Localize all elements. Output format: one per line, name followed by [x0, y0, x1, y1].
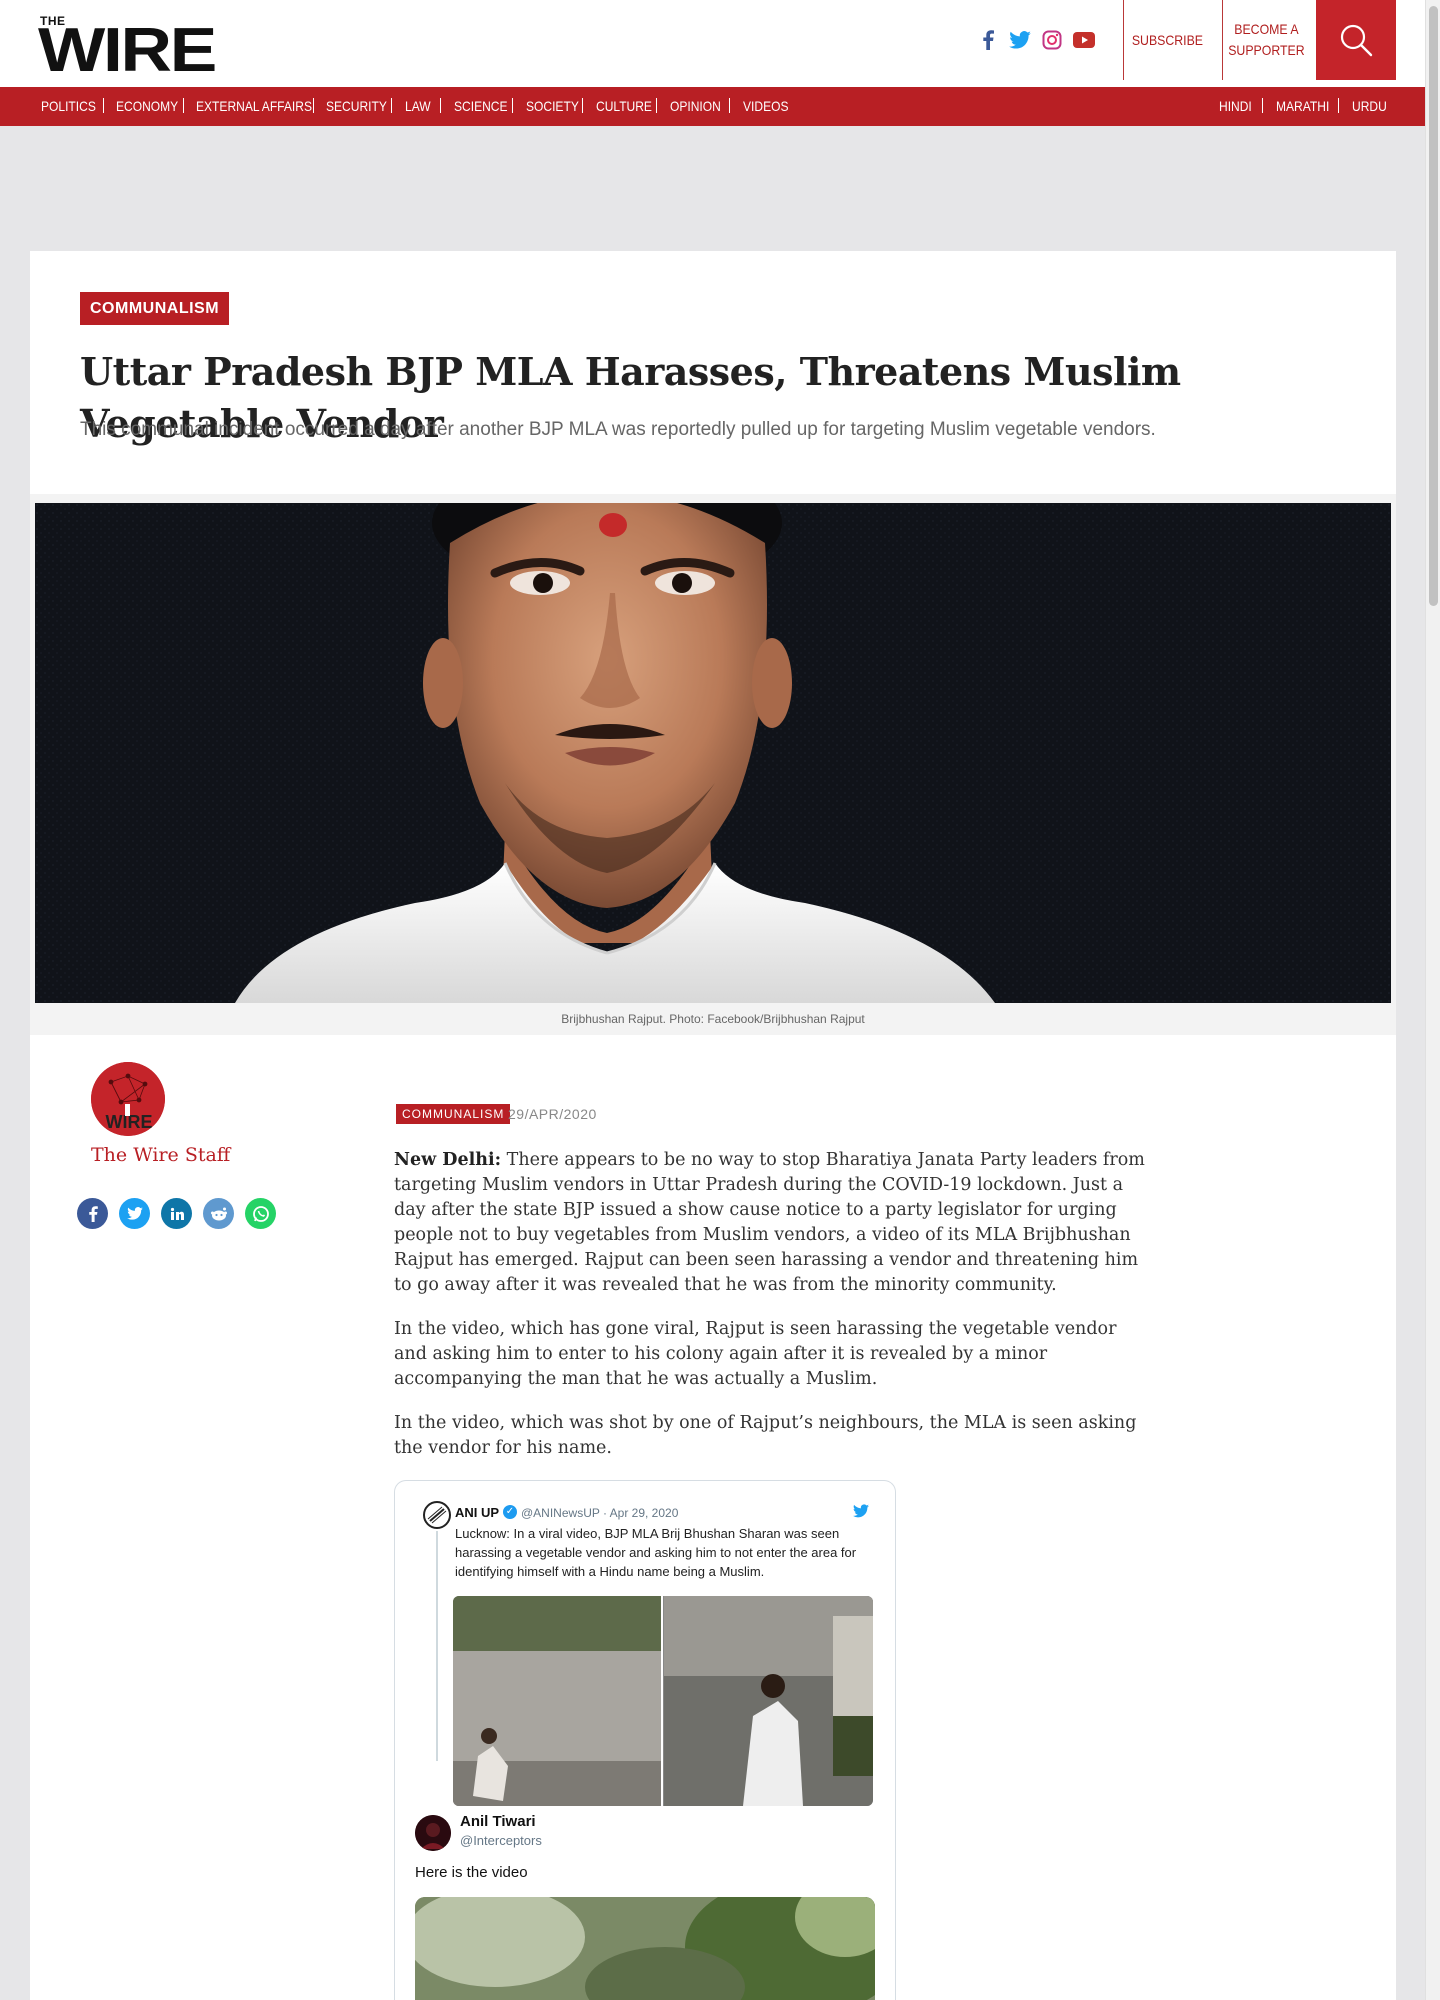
- facebook-icon[interactable]: [976, 28, 1000, 52]
- twitter-icon[interactable]: [1008, 28, 1032, 52]
- paragraph-1-text: There appears to be no way to stop Bhara…: [394, 1150, 1145, 1295]
- scrollbar-thumb[interactable]: [1429, 6, 1438, 606]
- whatsapp-share-icon[interactable]: [245, 1198, 276, 1229]
- nav-item-science[interactable]: SCIENCE: [454, 98, 508, 114]
- site-logo[interactable]: THE WIRE: [38, 14, 220, 82]
- logo-wire: WIRE: [38, 16, 217, 85]
- article-paragraph-1: New Delhi: There appears to be no way to…: [394, 1148, 1149, 1298]
- nav-item-marathi[interactable]: MARATHI: [1276, 98, 1329, 114]
- article-subtitle: This communal incident occurred a day af…: [80, 419, 1156, 440]
- instagram-icon[interactable]: [1040, 28, 1064, 52]
- category-tag[interactable]: COMMUNALISM: [80, 292, 230, 325]
- subscribe-link[interactable]: SUBSCRIBE: [1123, 0, 1211, 80]
- dateline: New Delhi:: [394, 1150, 502, 1170]
- reply-video-thumbnail[interactable]: [415, 1897, 875, 2000]
- nav-item-economy[interactable]: ECONOMY: [116, 98, 178, 114]
- nav-separator: [183, 98, 184, 113]
- nav-separator: [512, 98, 513, 113]
- publish-date: 29/APR/2020: [508, 1106, 597, 1122]
- nav-item-security[interactable]: SECURITY: [326, 98, 387, 114]
- tweet-thread-line: [436, 1531, 438, 1761]
- embedded-tweet[interactable]: ANI UP ✓ @ANINewsUP · Apr 29, 2020 Luckn…: [394, 1480, 896, 2000]
- nav-separator: [391, 98, 392, 113]
- ani-avatar[interactable]: [423, 1501, 451, 1529]
- nav-item-videos[interactable]: VIDEOS: [743, 98, 788, 114]
- reply-author-handle[interactable]: @Interceptors: [460, 1833, 542, 1848]
- article-paragraph-3: In the video, which was shot by one of R…: [394, 1413, 1137, 1458]
- reply-text: Here is the video: [415, 1864, 528, 1881]
- site-header: THE WIRE SUBSCRIBE BECOME A SUPPORTER: [0, 0, 1425, 87]
- nav-separator: [313, 98, 314, 113]
- nav-separator: [1262, 98, 1263, 113]
- article-paragraph-2: In the video, which has gone viral, Rajp…: [394, 1319, 1117, 1389]
- quoted-tweet-handle[interactable]: @ANINewsUP · Apr 29, 2020: [521, 1506, 678, 1520]
- nav-separator: [729, 98, 730, 113]
- reply-author-avatar[interactable]: [415, 1815, 451, 1851]
- image-caption: Brijbhushan Rajput. Photo: Facebook/Brij…: [30, 1008, 1396, 1035]
- become-supporter-link[interactable]: BECOME A SUPPORTER: [1222, 0, 1310, 80]
- quoted-tweet-text: Lucknow: In a viral video, BJP MLA Brij …: [455, 1526, 857, 1579]
- author-avatar[interactable]: WIRE: [91, 1062, 165, 1136]
- nav-item-urdu[interactable]: URDU: [1352, 98, 1387, 114]
- search-icon: [1340, 24, 1373, 57]
- page-scrollbar[interactable]: [1425, 0, 1440, 2000]
- nav-separator: [656, 98, 657, 113]
- quoted-tweet-media[interactable]: [453, 1596, 873, 1806]
- nav-separator: [103, 98, 104, 113]
- facebook-share-icon[interactable]: [77, 1198, 108, 1229]
- reddit-share-icon[interactable]: [203, 1198, 234, 1229]
- supporter-label-line2: SUPPORTER: [1228, 42, 1305, 58]
- main-nav: POLITICS ECONOMY EXTERNAL AFFAIRS SECURI…: [0, 87, 1425, 126]
- quoted-tweet-author[interactable]: ANI UP: [455, 1505, 499, 1520]
- author-name[interactable]: The Wire Staff: [91, 1144, 230, 1166]
- twitter-bird-icon[interactable]: [853, 1504, 869, 1523]
- supporter-label-line1: BECOME A: [1234, 21, 1299, 37]
- nav-item-external-affairs[interactable]: EXTERNAL AFFAIRS: [196, 98, 312, 114]
- nav-item-society[interactable]: SOCIETY: [526, 98, 579, 114]
- nav-separator: [1338, 98, 1339, 113]
- verified-icon: ✓: [503, 1505, 517, 1519]
- search-button[interactable]: [1316, 0, 1396, 80]
- twitter-share-icon[interactable]: [119, 1198, 150, 1229]
- nav-separator: [582, 98, 583, 113]
- nav-item-culture[interactable]: CULTURE: [596, 98, 652, 114]
- nav-item-politics[interactable]: POLITICS: [41, 98, 96, 114]
- meta-category-tag[interactable]: COMMUNALISM: [396, 1104, 511, 1124]
- nav-item-opinion[interactable]: OPINION: [670, 98, 721, 114]
- nav-separator: [440, 98, 441, 113]
- nav-item-hindi[interactable]: HINDI: [1219, 98, 1252, 114]
- reply-author-name[interactable]: Anil Tiwari: [460, 1813, 536, 1830]
- youtube-icon[interactable]: [1072, 28, 1096, 52]
- featured-image: [35, 503, 1391, 1003]
- nav-item-law[interactable]: LAW: [405, 98, 431, 114]
- article-card: COMMUNALISM Uttar Pradesh BJP MLA Harass…: [30, 251, 1396, 2000]
- linkedin-share-icon[interactable]: [161, 1198, 192, 1229]
